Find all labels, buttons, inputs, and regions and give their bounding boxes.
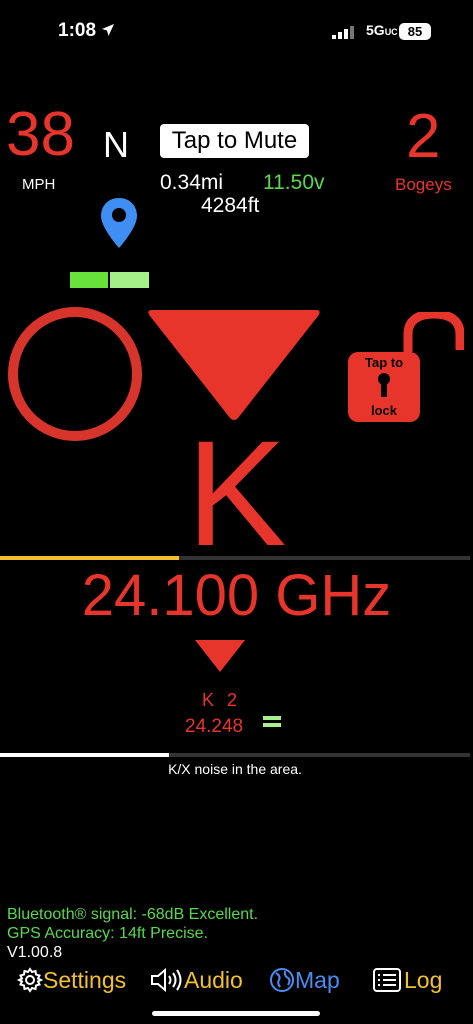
list-icon [373, 968, 401, 992]
nav-map-label: Map [295, 966, 340, 993]
secondary-alert-frequency: 24.248 [185, 716, 244, 737]
gps-status: GPS Accuracy: 14ft Precise. [7, 925, 208, 942]
status-time-text: 1:08 [58, 20, 97, 41]
battery-indicator: 85 [399, 23, 431, 40]
mute-button[interactable]: Tap to Mute [160, 124, 309, 158]
location-pin-icon[interactable] [99, 196, 139, 250]
compass-heading: N [103, 124, 129, 165]
nav-settings-label: Settings [43, 966, 127, 993]
gear-icon [17, 967, 43, 993]
nav-log-label: Log [404, 966, 443, 993]
altitude-value: 4284ft [201, 194, 260, 217]
speed-unit: MPH [22, 176, 56, 193]
app-version: V1.00.8 [7, 944, 63, 961]
location-arrow-icon [102, 24, 115, 36]
secondary-direction-arrow-icon [195, 640, 245, 672]
bogeys-count: 2 [406, 102, 441, 171]
nav-log[interactable]: Log [373, 962, 442, 998]
direction-rear-arrow-icon [148, 310, 320, 420]
alert-frequency: 24.100 GHz [81, 563, 392, 628]
secondary-alert-band: K 2 [201, 690, 239, 710]
nav-audio[interactable]: Audio [150, 962, 243, 998]
home-indicator[interactable] [152, 1011, 320, 1016]
speed-value: 38 [6, 100, 75, 169]
equal-strength-icon [263, 716, 281, 727]
lock-label-line2: lock [370, 403, 397, 418]
cell-signal-icon [332, 26, 354, 39]
globe-icon [270, 968, 294, 992]
signal-strength-fill [0, 556, 179, 560]
secondary-alert-strength [263, 712, 281, 735]
network-type: 5GUC [366, 22, 398, 38]
bluetooth-status: Bluetooth® signal: -68dB Excellent. [7, 906, 259, 923]
distance-value: 0.34mi [160, 171, 224, 194]
speaker-icon [151, 967, 182, 993]
signal-bar-2 [110, 272, 149, 288]
nav-audio-label: Audio [184, 966, 243, 993]
status-time: 1:08 [58, 20, 115, 42]
bogeys-label: Bogeys [395, 175, 452, 194]
noise-message: K/X noise in the area. [168, 761, 302, 777]
noise-level-fill [0, 753, 170, 757]
nav-map[interactable]: Map [269, 962, 340, 998]
voltage-value: 11.50v [263, 171, 325, 194]
signal-bar-1 [70, 272, 108, 288]
lock-label-line1: Tap to [364, 355, 404, 370]
nav-settings[interactable]: Settings [17, 962, 126, 998]
alert-band: K [186, 409, 287, 577]
